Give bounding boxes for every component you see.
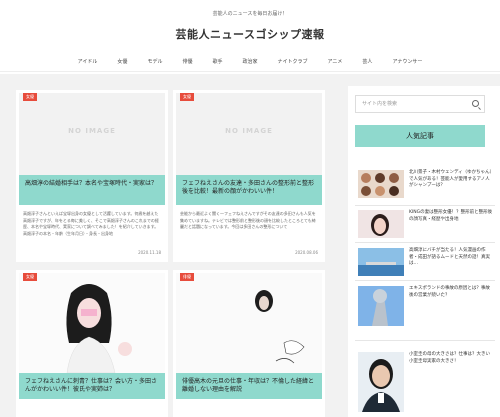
popular-post-thumbnail[interactable] (358, 286, 404, 326)
post-date: 2020.08.06 (295, 250, 318, 255)
post-thumbnail[interactable] (176, 273, 322, 373)
search-input[interactable]: サイト内を検索 (355, 95, 485, 113)
divider (355, 205, 495, 206)
post-date: 2020.11.18 (138, 250, 161, 255)
popular-post-title[interactable]: 小室圭の母の大きさは？仕事は？大きい小室圭母実家の大きさ！ (409, 352, 493, 365)
popular-post-title[interactable]: 高畑淳にバチが当たる！人気漫画の作者・成田が語るムードと天然の話！真実は… (409, 248, 493, 268)
nav-item-actor[interactable]: 俳優 (172, 52, 202, 71)
popular-post-item[interactable]: 北川景子・木村ウェンディ（ゆかちゃん）で人気がある！芸能人が愛用するアノ人がシャ… (355, 168, 495, 208)
popular-post-item[interactable]: エキスポランドの事故の原因とは？事故後の営業が続いた？ (355, 284, 495, 326)
category-badge[interactable]: 女優 (180, 93, 194, 101)
post-thumbnail[interactable] (19, 273, 165, 373)
popular-posts-header: 人気記事 (355, 125, 485, 147)
popular-post-title[interactable]: KINGの妻は整形女優！？整形前と整形後の顔写真・経歴や出身地 (409, 210, 493, 223)
popular-post-thumbnail[interactable] (358, 170, 404, 198)
popular-post-item[interactable]: 小室圭の母の大きさは？仕事は？大きい小室圭母実家の大きさ！ (355, 350, 495, 417)
header-top-bar: 芸能人のニュースを毎日お届け！ (0, 0, 500, 22)
nav-item-comedian[interactable]: 芸人 (352, 52, 382, 71)
site-tagline: 芸能人のニュースを毎日お届け！ (212, 11, 288, 17)
popular-post-thumbnail[interactable] (358, 352, 404, 412)
post-card[interactable]: 俳優 俳優高木の元旦の仕事・年収は？不倫した経緯と離婚しない理由を解説 (173, 270, 325, 417)
nav-item-nightclub[interactable]: ナイトクラブ (268, 52, 318, 71)
nav-item-singer[interactable]: 歌手 (202, 52, 232, 71)
no-image-label: NO IMAGE (225, 127, 273, 135)
nav-item-actress[interactable]: 女優 (107, 52, 137, 71)
divider (355, 340, 495, 341)
category-badge[interactable]: 女優 (23, 93, 37, 101)
post-title[interactable]: フェフねえさんの友達・多田さんの整形前と整形後を比較！最新の顔がかわいい件！ (176, 175, 322, 205)
category-badge[interactable]: 俳優 (180, 273, 194, 281)
post-thumbnail[interactable]: NO IMAGE (19, 93, 165, 175)
post-title[interactable]: フェフねえさんに刺青？仕事は？会い方・多田さんがかわいい件！彼氏や実姉は？ (19, 373, 165, 399)
post-title[interactable]: 高畑淳の結婚相手は？本名や宝塚時代・実家は？ (19, 175, 165, 205)
sketch-illustration-image (176, 273, 322, 373)
post-title[interactable]: 俳優高木の元旦の仕事・年収は？不倫した経緯と離婚しない理由を解説 (176, 373, 322, 399)
nav-item-model[interactable]: モデル (137, 52, 172, 71)
post-card[interactable]: 女優 フェフねえさんに刺青？仕事は？会い方・多田さんがかわいい件！彼氏や実姉は？ (16, 270, 168, 417)
popular-post-title[interactable]: 北川景子・木村ウェンディ（ゆかちゃん）で人気がある！芸能人が愛用するアノ人がシャ… (409, 170, 493, 190)
popular-post-title[interactable]: エキスポランドの事故の原因とは？事故後の営業が続いた？ (409, 286, 493, 299)
post-card[interactable]: 女優 NO IMAGE フェフねえさんの友達・多田さんの整形前と整形後を比較！最… (173, 90, 325, 262)
post-card[interactable]: 女優 NO IMAGE 高畑淳の結婚相手は？本名や宝塚時代・実家は？ 高畑淳子さ… (16, 90, 168, 262)
nav-item-announcer[interactable]: アナウンサー (382, 52, 432, 71)
category-badge[interactable]: 女優 (23, 273, 37, 281)
divider (355, 242, 495, 243)
global-nav: アイドル 女優 モデル 俳優 歌手 政治家 ナイトクラブ アニメ 芸人 アナウン… (0, 52, 500, 72)
no-image-label: NO IMAGE (68, 127, 116, 135)
search-icon[interactable] (472, 100, 479, 107)
divider (355, 280, 495, 281)
popular-post-thumbnail[interactable] (358, 248, 404, 276)
nav-item-anime[interactable]: アニメ (318, 52, 353, 71)
woman-illustration-image (19, 273, 165, 373)
post-thumbnail[interactable]: NO IMAGE (176, 93, 322, 175)
nav-item-idol[interactable]: アイドル (68, 52, 108, 71)
nav-item-politician[interactable]: 政治家 (232, 52, 267, 71)
site-title[interactable]: 芸能人ニュースゴシップ速報 (0, 26, 500, 42)
post-excerpt: 高畑淳子さんといえば宝塚出身の女優として活躍しています。何歳を越えた高畑淳子です… (23, 211, 159, 236)
post-excerpt: 芸能から最近よく聞く一フェフねえさんですがその友達の多田さんも人気を集めています… (180, 211, 316, 229)
popular-post-thumbnail[interactable] (358, 210, 404, 238)
